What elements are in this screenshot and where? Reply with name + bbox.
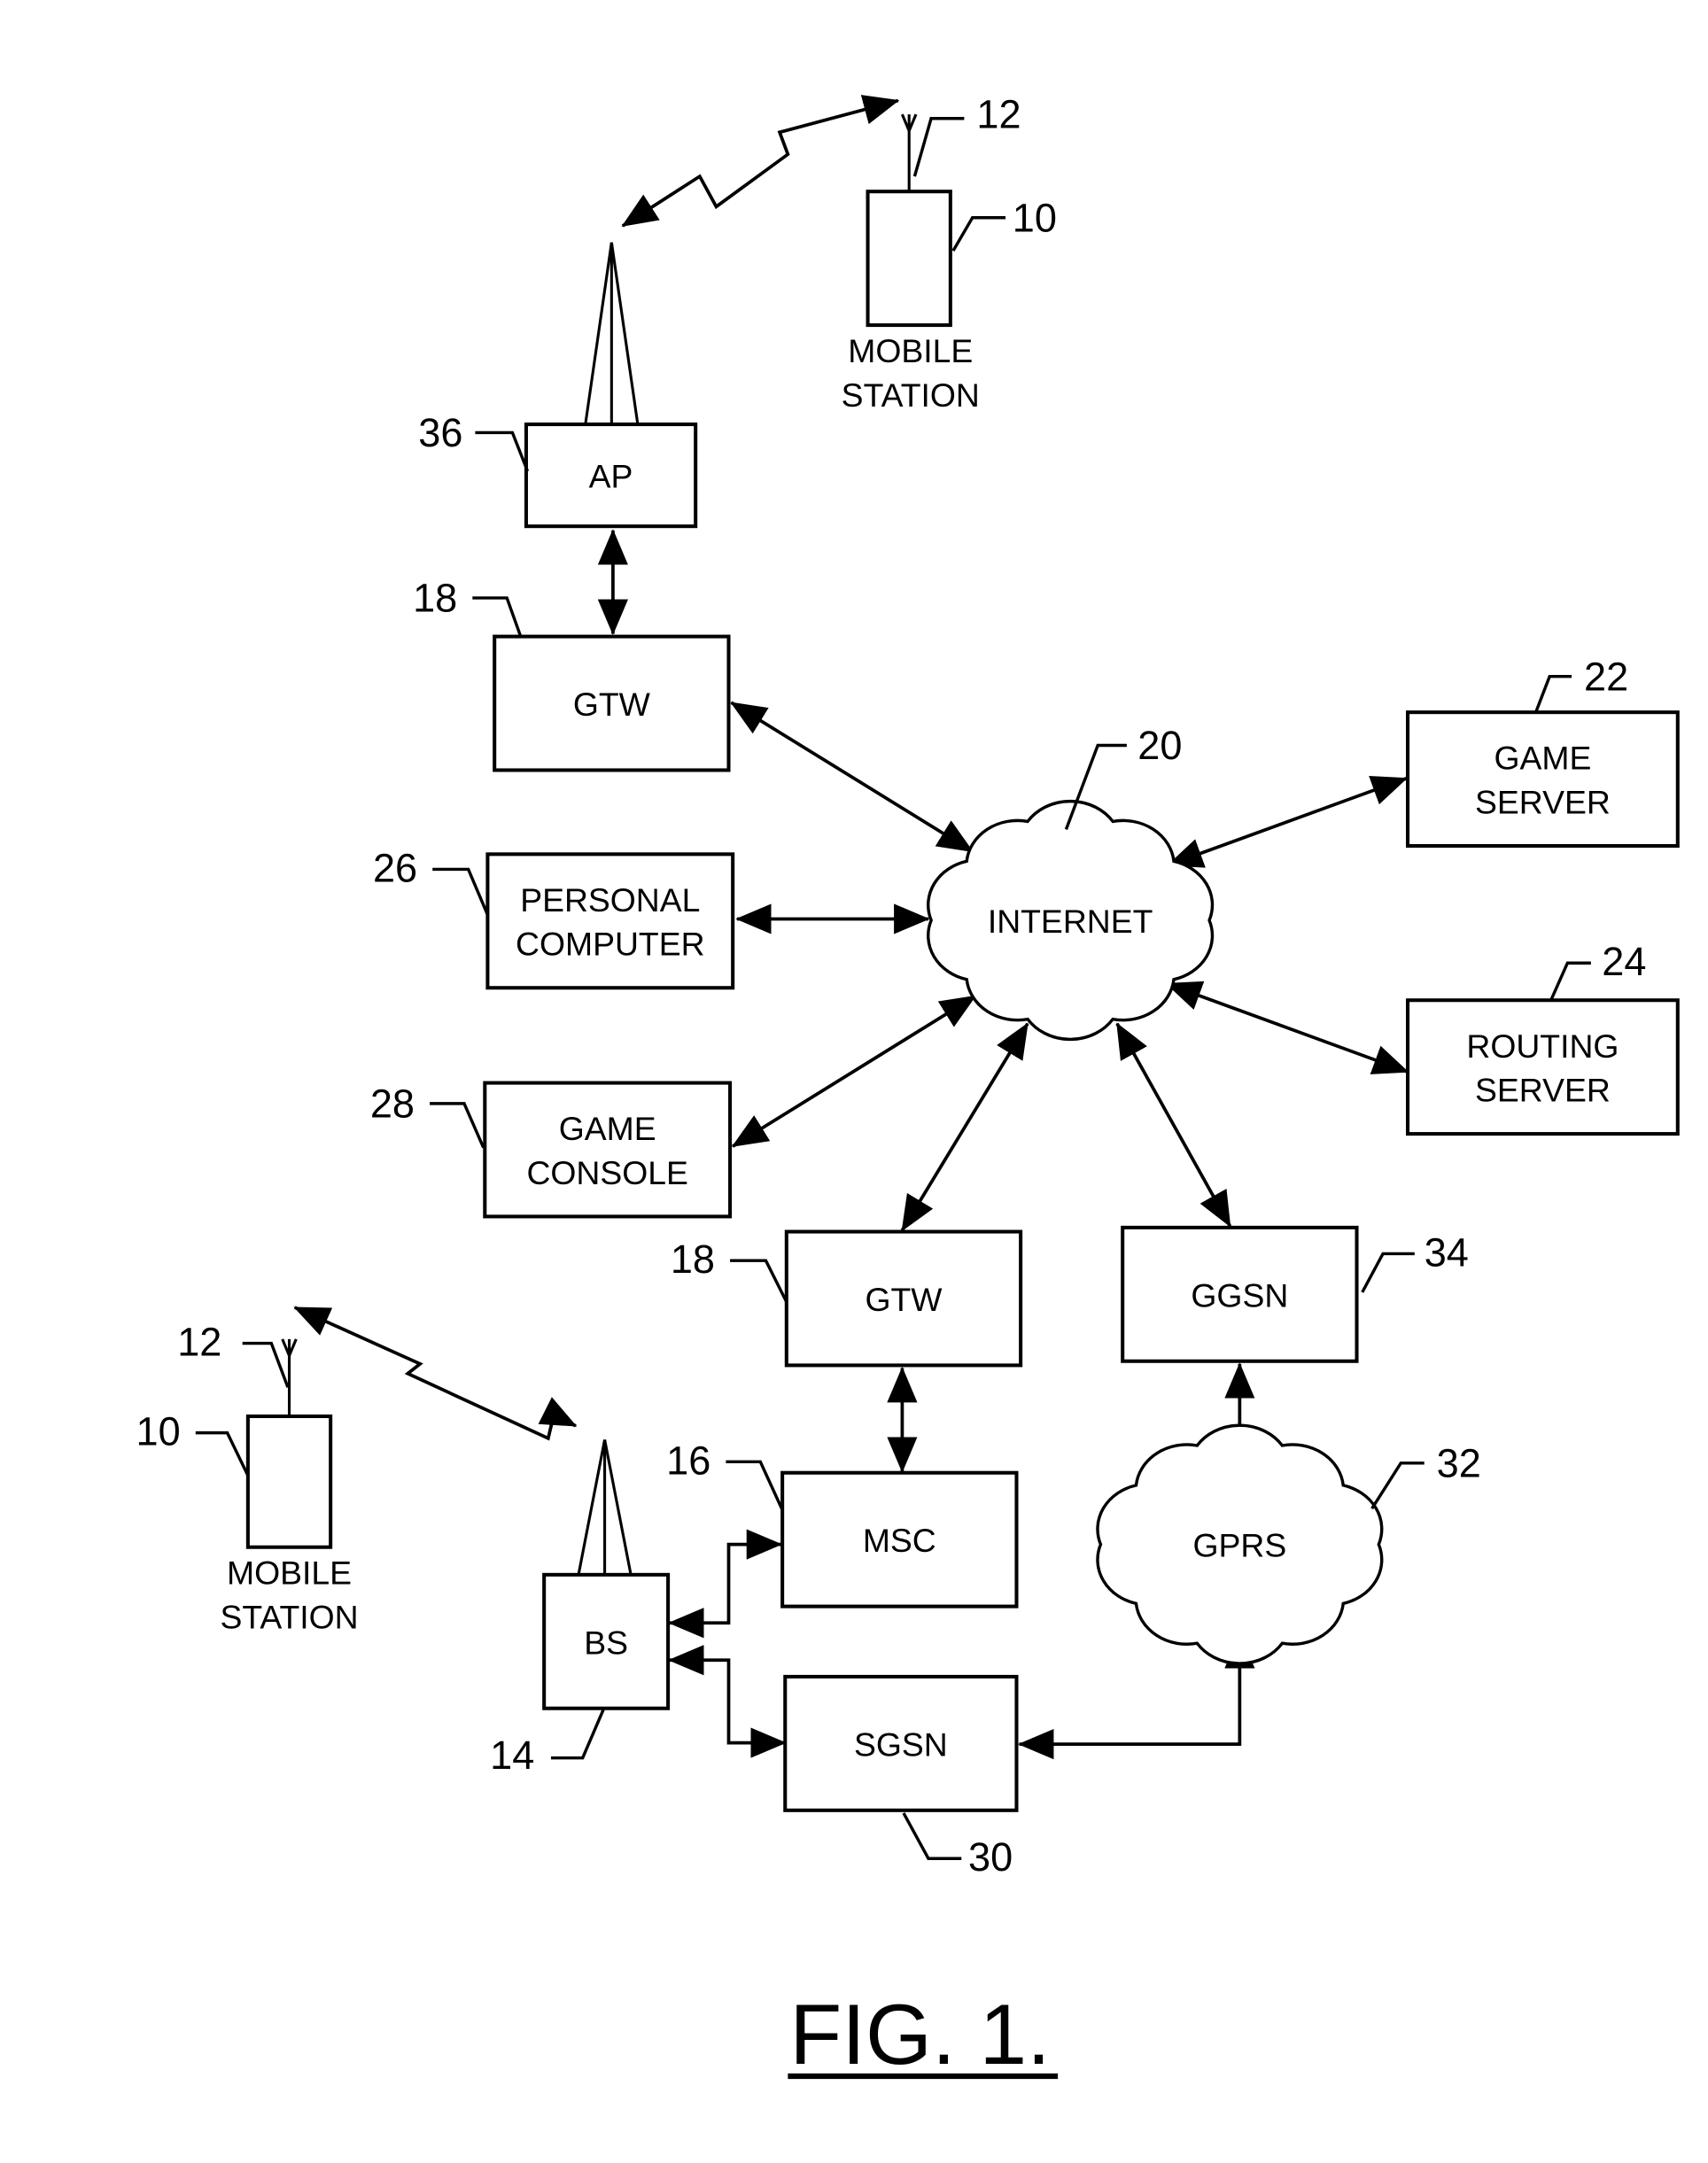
mobile-station-top[interactable]: MOBILE STATION 12 10	[842, 92, 1057, 414]
node-label: PERSONAL	[520, 881, 700, 919]
node-label: CONSOLE	[526, 1154, 687, 1191]
base-station-bs[interactable]: BS 14	[490, 1439, 671, 1778]
mobile-station-body	[866, 190, 952, 328]
link-bs-msc	[668, 1529, 783, 1639]
access-point-ap[interactable]: AP 36	[418, 242, 698, 529]
gprs-cloud[interactable]: GPRS 32	[1096, 1423, 1481, 1665]
node-label: COMPUTER	[516, 926, 704, 963]
game-server[interactable]: GAME SERVER 22	[1406, 654, 1680, 849]
ggsn[interactable]: GGSN 34	[1121, 1225, 1469, 1363]
link-routingserver-internet	[1165, 981, 1409, 1074]
leader-line	[730, 1259, 788, 1303]
link-bs-sgsn	[668, 1645, 787, 1758]
nodes: MOBILE STATION 12 10 AP 36 GTW 18 INTERNET 20 GAME…	[136, 92, 1680, 1880]
reference-numeral: 32	[1437, 1440, 1481, 1485]
game-server-box	[1406, 710, 1680, 849]
node-label: INTERNET	[988, 903, 1153, 940]
msc[interactable]: MSC 16	[666, 1438, 1019, 1609]
leader-line	[550, 1709, 605, 1760]
link-console-internet	[731, 994, 977, 1148]
leader-line	[475, 430, 530, 472]
reference-numeral: 16	[666, 1438, 710, 1483]
leader-line	[912, 117, 965, 177]
game-console-box	[483, 1081, 733, 1219]
node-label: GAME	[559, 1110, 656, 1147]
network-diagram: MOBILE STATION 12 10 AP 36 GTW 18 INTERNET 20 GAME…	[136, 92, 1680, 2082]
mobile-station-label: STATION	[842, 376, 980, 414]
reference-numeral: 18	[671, 1237, 715, 1282]
node-label: BS	[584, 1624, 628, 1661]
personal-computer-box	[485, 852, 735, 990]
leader-line	[1370, 1461, 1425, 1510]
sgsn[interactable]: SGSN 30	[783, 1674, 1019, 1880]
reference-numeral: 12	[976, 92, 1021, 137]
leader-line	[726, 1460, 784, 1511]
reference-numeral: 20	[1137, 723, 1182, 768]
leader-line	[195, 1430, 250, 1477]
reference-numeral: 30	[968, 1834, 1013, 1880]
node-label: SGSN	[854, 1725, 948, 1763]
personal-computer[interactable]: PERSONAL COMPUTER 26	[373, 845, 735, 990]
reference-numeral: 36	[418, 410, 462, 455]
node-label: MSC	[863, 1522, 936, 1559]
leader-line	[1549, 961, 1591, 1001]
reference-numeral: 10	[136, 1409, 181, 1454]
routing-server[interactable]: ROUTING SERVER 24	[1406, 939, 1680, 1136]
link-ggsn-internet	[1115, 1022, 1232, 1228]
leader-line	[1361, 1252, 1415, 1293]
ap-antenna-tower-icon	[584, 242, 640, 425]
node-label: GTW	[573, 686, 651, 723]
node-label: GGSN	[1191, 1276, 1288, 1314]
node-label: SERVER	[1475, 1072, 1611, 1109]
routing-server-box	[1406, 998, 1680, 1136]
reference-numeral: 14	[490, 1733, 534, 1778]
internet-cloud[interactable]: INTERNET 20	[927, 723, 1215, 1042]
figure-caption-text: FIG. 1.	[789, 1988, 1051, 2082]
mobile-station-bottom[interactable]: MOBILE STATION 12 10	[136, 1320, 359, 1636]
link-gameserver-internet	[1167, 776, 1408, 868]
mobile-station-label: STATION	[220, 1598, 358, 1635]
reference-numeral: 26	[373, 845, 417, 890]
node-label: SERVER	[1475, 783, 1611, 820]
figure-caption: FIG. 1.	[788, 1988, 1059, 2082]
gateway-gtw-bottom[interactable]: GTW 18	[671, 1229, 1023, 1368]
antenna-icon	[900, 113, 918, 192]
link-gtw2-internet	[900, 1022, 1029, 1232]
game-console[interactable]: GAME CONSOLE 28	[370, 1081, 733, 1219]
reference-numeral: 10	[1013, 195, 1057, 240]
reference-numeral: 12	[177, 1320, 221, 1365]
node-label: ROUTING	[1466, 1027, 1619, 1065]
reference-numeral: 24	[1602, 939, 1646, 984]
reference-numeral: 18	[413, 576, 457, 621]
leader-line	[472, 596, 523, 638]
node-label: GPRS	[1192, 1527, 1286, 1564]
bs-antenna-tower-icon	[577, 1439, 633, 1576]
reference-numeral: 34	[1425, 1229, 1469, 1275]
gateway-gtw-top[interactable]: GTW 18	[413, 576, 731, 772]
link-gtw-internet	[730, 701, 974, 853]
node-label: AP	[589, 458, 633, 495]
leader-line	[1534, 674, 1572, 713]
leader-line	[432, 867, 489, 916]
leader-line	[430, 1102, 485, 1149]
leader-line	[951, 216, 1006, 252]
wireless-link-bottom	[293, 1306, 578, 1441]
node-label: GTW	[865, 1281, 943, 1318]
wireless-link-top	[621, 95, 900, 228]
reference-numeral: 28	[370, 1081, 415, 1126]
mobile-station-body	[245, 1414, 333, 1549]
leader-line	[902, 1812, 962, 1860]
node-label: GAME	[1494, 740, 1591, 777]
mobile-station-label: MOBILE	[227, 1554, 352, 1592]
leader-line	[242, 1341, 290, 1388]
mobile-station-label: MOBILE	[848, 332, 973, 369]
reference-numeral: 22	[1584, 654, 1628, 699]
